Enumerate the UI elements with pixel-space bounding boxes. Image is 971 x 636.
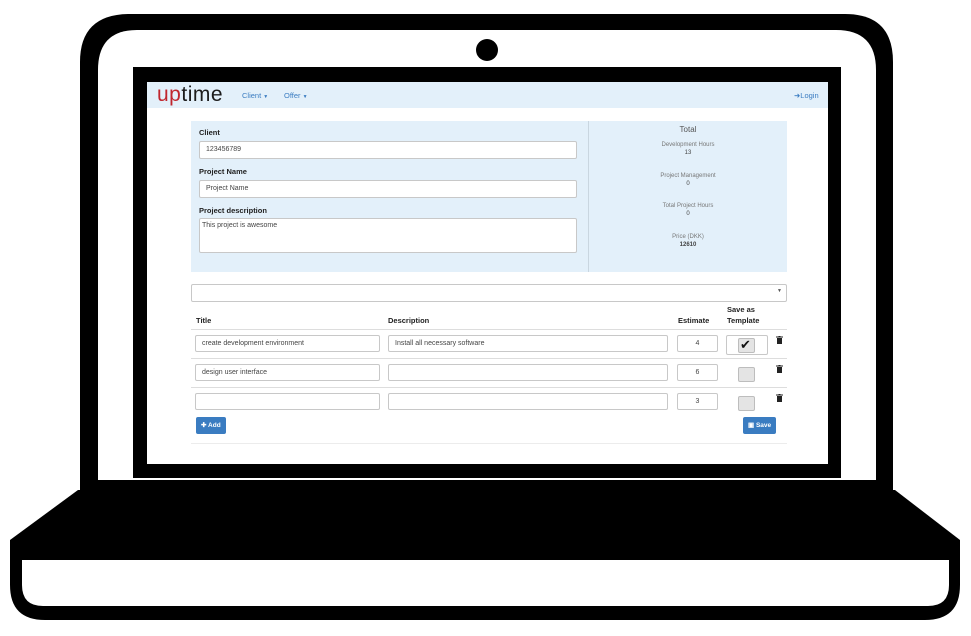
trash-icon[interactable]	[776, 336, 783, 344]
floppy-disk-icon: ▣	[748, 422, 755, 429]
template-checkbox[interactable]: ✔	[738, 337, 755, 353]
save-button-label: Save	[755, 422, 772, 429]
task-title-input[interactable]: design user interface	[195, 364, 380, 381]
project-name-label: Project Name	[199, 167, 247, 176]
nav-offer-dropdown[interactable]: Offer ▼	[284, 91, 308, 100]
task-description-input[interactable]	[388, 393, 668, 410]
total-hours-value: 0	[686, 211, 690, 217]
template-select[interactable]: ▼	[191, 284, 787, 302]
trash-icon[interactable]	[776, 394, 783, 402]
login-label: Login	[800, 91, 819, 100]
dev-hours-value: 13	[684, 150, 692, 156]
task-description-input[interactable]: Install all necessary software	[388, 335, 668, 352]
col-description-header: Description	[388, 316, 430, 325]
row-divider	[191, 387, 787, 388]
checkmark-icon: ✔	[740, 337, 751, 352]
total-hours-label: Total Project Hours	[662, 203, 714, 209]
task-title-input[interactable]	[195, 393, 380, 410]
row-divider	[191, 358, 787, 359]
header-divider	[191, 329, 787, 330]
plus-icon: ✚	[201, 422, 207, 429]
col-save-template-header-line2: Template	[727, 316, 760, 325]
nav-offer-label: Offer	[284, 91, 301, 100]
dev-hours-label: Development Hours	[661, 142, 715, 148]
template-checkbox-wrapper: ✔	[726, 335, 768, 355]
col-title-header: Title	[196, 316, 212, 325]
app-screen: uptime Client ▼ Offer ▼ ➜Login Client 12…	[147, 82, 828, 464]
trash-icon[interactable]	[776, 365, 783, 373]
project-form: Client 123456789 Project Name Project Na…	[191, 121, 589, 272]
nav-client-dropdown[interactable]: Client ▼	[242, 91, 268, 100]
client-label: Client	[199, 128, 220, 137]
totals-panel: Total Development Hours 13 Project Manag…	[589, 121, 787, 272]
project-description-textarea[interactable]: This project is awesome	[199, 218, 577, 253]
caret-down-icon: ▼	[263, 94, 269, 100]
task-description-input[interactable]	[388, 364, 668, 381]
task-estimate-input[interactable]: 4	[677, 335, 718, 352]
logo-part-up: up	[157, 83, 182, 106]
add-button-label: Add	[208, 422, 221, 429]
task-estimate-input[interactable]: 3	[677, 393, 718, 410]
totals-heading: Total	[679, 125, 697, 134]
uptime-logo[interactable]: uptime	[157, 83, 223, 107]
login-link[interactable]: ➜Login	[794, 91, 819, 100]
save-button[interactable]: ▣ Save	[743, 417, 777, 434]
navbar: uptime Client ▼ Offer ▼ ➜Login	[147, 82, 828, 108]
nav-client-label: Client	[242, 91, 262, 100]
project-description-label: Project description	[199, 206, 267, 215]
col-estimate-header: Estimate	[678, 316, 710, 325]
pm-label: Project Management	[660, 173, 716, 179]
col-save-template-header-line1: Save as	[727, 305, 755, 314]
task-estimate-input[interactable]: 6	[677, 364, 718, 381]
price-label: Price (DKK)	[672, 234, 704, 240]
caret-down-icon: ▼	[302, 94, 308, 100]
add-task-button[interactable]: ✚ Add	[196, 417, 226, 434]
pm-value: 0	[686, 181, 690, 187]
task-title-input[interactable]: create development environment	[195, 335, 380, 352]
client-input[interactable]: 123456789	[199, 141, 577, 159]
webcam	[476, 39, 498, 61]
template-checkbox[interactable]	[738, 396, 755, 411]
project-name-input[interactable]: Project Name	[199, 180, 577, 198]
template-checkbox[interactable]	[738, 367, 755, 382]
chevron-down-icon: ▼	[777, 288, 782, 294]
footer-divider	[191, 443, 787, 444]
price-value: 12610	[679, 242, 697, 248]
logo-part-time: time	[181, 83, 224, 106]
project-panel: Client 123456789 Project Name Project Na…	[191, 121, 787, 272]
